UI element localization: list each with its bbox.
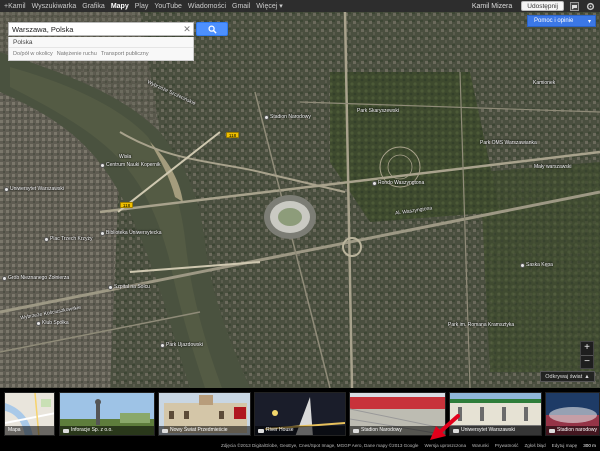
google-top-bar: +Kamil Wyszukiwarka Grafika Mapy Play Yo… <box>0 0 600 12</box>
poi-marker-icon <box>4 186 9 192</box>
footer-simplified-link[interactable]: Wersja uproszczona <box>424 443 466 448</box>
satellite-imagery <box>0 12 600 388</box>
filmstrip-thumb-map[interactable]: Mapa <box>4 392 55 436</box>
zoom-out-button[interactable]: − <box>581 356 593 369</box>
filmstrip-caption: Stadion narodowy <box>546 426 599 435</box>
gbar-item-youtube[interactable]: YouTube <box>154 3 182 10</box>
footer-report-link[interactable]: Zgłoś błąd <box>524 443 545 448</box>
link-traffic[interactable]: Natężenie ruchu <box>57 51 97 57</box>
notification-icon[interactable] <box>569 1 580 12</box>
camera-icon <box>162 428 168 433</box>
gbar-item-images[interactable]: Grafika <box>82 3 105 10</box>
gbar-item-gmail[interactable]: Gmail <box>232 3 250 10</box>
photo-filmstrip: Mapa Inforacje Sp. z o.o. Nowy Świat Prz… <box>0 388 600 440</box>
chevron-up-icon: ▲ <box>584 373 590 380</box>
gbar-item-play[interactable]: Play <box>135 3 149 10</box>
poi-grob[interactable]: Grób Nieznanego Żołnierza <box>2 275 69 281</box>
poi-park-ujazdowski[interactable]: Park Ujazdowski <box>160 342 203 348</box>
filmstrip-caption: Inforacje Sp. z o.o. <box>60 426 154 435</box>
gbar-item-news[interactable]: Wiadomości <box>188 3 226 10</box>
footer-terms-link[interactable]: Warunki <box>472 443 489 448</box>
road-number-badge: 118 <box>120 202 133 208</box>
gbar-item-more[interactable]: Więcej ▾ <box>256 2 282 10</box>
place-card: Polska Do/pół w okolicy Natężenie ruchu … <box>8 37 194 61</box>
filmstrip-caption: Nowy Świat Przedmieście <box>159 426 250 435</box>
poi-marker-icon <box>108 284 113 290</box>
poi-marker-icon <box>36 320 41 326</box>
zoom-control: + − <box>580 341 594 369</box>
gbar-item-maps[interactable]: Mapy <box>111 3 129 10</box>
scale-bar: 300 m <box>583 443 596 448</box>
help-feedback-button[interactable]: Pomoc i opinie ▾ <box>527 15 596 27</box>
link-transit[interactable]: Transport publiczny <box>101 51 149 57</box>
poi-marker-icon <box>160 342 165 348</box>
map-label-oms-park: Park OMS Warszawianka <box>480 140 537 146</box>
chevron-down-icon: ▾ <box>587 19 591 25</box>
poi-kopernik[interactable]: Centrum Nauki Kopernik <box>100 162 160 168</box>
poi-szpital[interactable]: Szpital na Solcu <box>108 284 150 290</box>
poi-marker-icon <box>44 236 49 242</box>
filmstrip-caption: River House <box>255 426 345 435</box>
discover-world-button[interactable]: Odkrywaj świat ▲ <box>540 371 595 382</box>
map-label-skaryszewski: Park Skaryszewski <box>357 108 399 114</box>
map-label-kramsztyka: Park im. Romana Kramsztyka <box>448 322 515 328</box>
poi-saska-kepa[interactable]: Saska Kępa <box>520 262 553 268</box>
poi-rondo[interactable]: Rondo Waszyngtona <box>372 180 424 186</box>
gbar-item-search[interactable]: Wyszukiwarka <box>32 3 77 10</box>
poi-marker-icon <box>100 230 105 236</box>
map-footer: Zdjęcia ©2013 DigitalGlobe, GeoEye, Cnes… <box>0 440 600 451</box>
discover-label: Odkrywaj świat <box>545 373 583 380</box>
user-name[interactable]: Kamil Mizera <box>472 3 512 10</box>
place-title[interactable]: Polska <box>9 37 193 47</box>
camera-icon <box>353 428 359 433</box>
footer-attribution: Zdjęcia ©2013 DigitalGlobe, GeoEye, Cnes… <box>221 443 419 448</box>
link-nearby[interactable]: Do/pół w okolicy <box>13 51 53 57</box>
gbar-item-plus[interactable]: +Kamil <box>4 3 26 10</box>
search-box: ✕ <box>8 22 194 36</box>
map-label-maly: Mały warszawski <box>534 164 572 170</box>
filmstrip-thumb-1[interactable]: Inforacje Sp. z o.o. <box>59 392 155 436</box>
clear-icon[interactable]: ✕ <box>181 23 193 35</box>
gbar-right: Kamil Mizera Udostępnij <box>472 0 596 12</box>
footer-privacy-link[interactable]: Prywatność <box>495 443 519 448</box>
poi-uniwersytet[interactable]: Uniwersytet Warszawski <box>4 186 64 192</box>
poi-stadion[interactable]: Stadion Narodowy <box>264 114 311 120</box>
poi-marker-icon <box>2 275 7 281</box>
poi-klub[interactable]: Klub Spółka <box>36 320 69 326</box>
poi-marker-icon <box>372 180 377 186</box>
help-label: Pomoc i opinie <box>534 18 574 24</box>
filmstrip-thumb-3[interactable]: River House <box>254 392 346 436</box>
road-number-badge: 118 <box>226 132 239 138</box>
poi-marker-icon <box>520 262 525 268</box>
poi-biblioteka[interactable]: Biblioteka Uniwersytecka <box>100 230 162 236</box>
poi-plac-trzech-krzyzy[interactable]: Plac Trzech Krzyży <box>44 236 93 242</box>
settings-gear-icon[interactable] <box>585 1 596 12</box>
filmstrip-thumb-2[interactable]: Nowy Świat Przedmieście <box>158 392 251 436</box>
camera-icon <box>63 428 69 433</box>
poi-marker-icon <box>100 162 105 168</box>
search-button[interactable] <box>196 22 228 36</box>
search-icon <box>207 24 217 34</box>
footer-edit-link[interactable]: Edytuj mapę <box>552 443 578 448</box>
filmstrip-thumb-6[interactable]: Stadion narodowy <box>545 392 600 436</box>
satellite-map[interactable]: Wybrzeże Szczecińskie Wisła Wybrzeże Koś… <box>0 12 600 388</box>
zoom-in-button[interactable]: + <box>581 342 593 355</box>
camera-icon <box>549 428 555 433</box>
filmstrip-caption: Mapa <box>5 426 54 435</box>
poi-marker-icon <box>264 114 269 120</box>
map-label-kamionek: Kamionek <box>533 80 556 86</box>
red-arrow-annotation <box>430 414 460 440</box>
camera-icon <box>258 428 264 433</box>
share-button[interactable]: Udostępnij <box>521 1 564 11</box>
search-input[interactable] <box>9 23 181 35</box>
place-links: Do/pół w okolicy Natężenie ruchu Transpo… <box>9 47 193 58</box>
map-label-wisla: Wisła <box>119 154 132 160</box>
